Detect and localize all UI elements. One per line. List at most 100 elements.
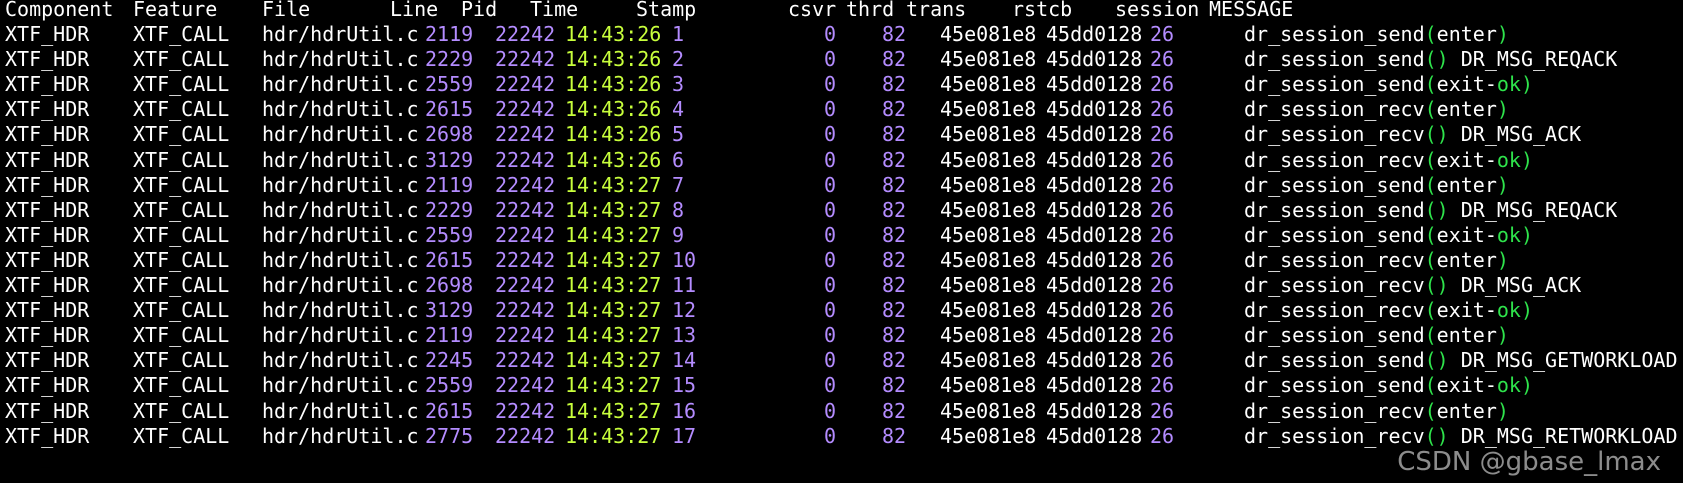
- thrd-cell: 82: [882, 197, 907, 222]
- log-row: XTF_HDR XTF_CALL hdr/hdrUtil.c 2615 22242 14:…: [0, 398, 1683, 425]
- thrd-cell: 82: [882, 47, 907, 72]
- component-cell: XTF_HDR: [5, 348, 90, 373]
- csvr-cell: 0: [824, 122, 837, 147]
- message-close-paren: ): [1436, 122, 1449, 147]
- message-arg: enter: [1436, 398, 1497, 423]
- thrd-cell: 82: [882, 72, 907, 97]
- stamp-cell: 13: [672, 323, 697, 348]
- message-close-paren: ): [1496, 323, 1509, 348]
- message-function: dr_session_recv: [1244, 298, 1425, 323]
- message-cell: dr_session_recv() DR_MSG_RETWORKLOAD: [1244, 423, 1678, 450]
- message-close-paren: ): [1520, 147, 1534, 172]
- time-cell: 14:43:27: [565, 398, 662, 423]
- message-open-paren: (: [1424, 323, 1437, 348]
- pid-cell: 22242: [495, 247, 556, 272]
- feature-cell: XTF_CALL: [133, 222, 230, 247]
- csvr-cell: 0: [824, 273, 837, 297]
- log-header-row: Component Feature File Line Pid Time Sta…: [0, 0, 1683, 23]
- message-cell: dr_session_recv() DR_MSG_ACK: [1244, 272, 1581, 299]
- column-header-line: Line: [390, 0, 439, 21]
- file-cell: hdr/hdrUtil.c: [262, 323, 419, 348]
- line-cell: 3129: [425, 298, 474, 323]
- terminal-window[interactable]: Component Feature File Line Pid Time Sta…: [0, 0, 1683, 483]
- message-close-paren: ): [1496, 97, 1509, 122]
- feature-cell: XTF_CALL: [133, 373, 230, 398]
- time-cell: 14:43:26: [565, 22, 662, 46]
- trans-cell: 45e081e8: [940, 323, 1037, 348]
- message-open-paren: (: [1424, 47, 1437, 72]
- trans-cell: 45e081e8: [940, 172, 1037, 197]
- session-cell: 26: [1150, 47, 1175, 72]
- message-arg: exit-: [1436, 147, 1497, 172]
- message-open-paren: (: [1424, 398, 1437, 423]
- message-arg: enter: [1436, 97, 1497, 122]
- trans-cell: 45e081e8: [940, 22, 1037, 46]
- column-header-message: MESSAGE: [1209, 0, 1294, 21]
- message-open-paren: (: [1424, 97, 1437, 122]
- trans-cell: 45e081e8: [940, 298, 1037, 323]
- line-cell: 2559: [425, 373, 474, 398]
- line-cell: 2615: [425, 97, 474, 122]
- time-cell: 14:43:27: [565, 373, 662, 398]
- session-cell: 26: [1150, 247, 1175, 272]
- csvr-cell: 0: [824, 348, 837, 373]
- rstcb-cell: 45dd0128: [1046, 72, 1143, 97]
- message-arg: enter: [1436, 172, 1497, 197]
- component-cell: XTF_HDR: [5, 147, 90, 172]
- component-cell: XTF_HDR: [5, 273, 90, 297]
- file-cell: hdr/hdrUtil.c: [262, 72, 419, 97]
- session-cell: 26: [1150, 373, 1175, 398]
- column-header-component: Component: [5, 0, 114, 21]
- message-function: dr_session_send: [1244, 323, 1425, 348]
- pid-cell: 22242: [495, 222, 556, 247]
- log-row: XTF_HDR XTF_CALL hdr/hdrUtil.c 2698 22242 14:…: [0, 121, 1683, 148]
- message-function: dr_session_send: [1244, 373, 1425, 398]
- message-cell: dr_session_recv(exit-ok): [1244, 147, 1533, 174]
- trans-cell: 45e081e8: [940, 147, 1037, 172]
- trans-cell: 45e081e8: [940, 398, 1037, 423]
- session-cell: 26: [1150, 348, 1175, 373]
- time-cell: 14:43:27: [565, 323, 662, 348]
- message-function: dr_session_recv: [1244, 122, 1425, 147]
- time-cell: 14:43:26: [565, 97, 662, 122]
- stamp-cell: 4: [672, 97, 685, 122]
- message-arg: exit-: [1436, 222, 1497, 247]
- message-close-paren: ): [1520, 373, 1534, 398]
- time-cell: 14:43:26: [565, 72, 662, 97]
- thrd-cell: 82: [882, 398, 907, 423]
- message-open-paren: (: [1424, 222, 1437, 247]
- component-cell: XTF_HDR: [5, 222, 90, 247]
- message-arg-ok: ok: [1496, 147, 1521, 172]
- session-cell: 26: [1150, 147, 1175, 172]
- pid-cell: 22242: [495, 147, 556, 172]
- column-header-feature: Feature: [133, 0, 218, 21]
- message-arg: exit-: [1436, 298, 1497, 323]
- rstcb-cell: 45dd0128: [1046, 197, 1143, 222]
- csvr-cell: 0: [824, 22, 837, 46]
- column-header-file: File: [262, 0, 311, 21]
- column-header-stamp: Stamp: [636, 0, 697, 21]
- message-close-paren: ): [1436, 47, 1449, 72]
- component-cell: XTF_HDR: [5, 47, 90, 72]
- pid-cell: 22242: [495, 423, 556, 448]
- message-cell: dr_session_send(exit-ok): [1244, 71, 1533, 98]
- rstcb-cell: 45dd0128: [1046, 348, 1143, 373]
- trans-cell: 45e081e8: [940, 348, 1037, 373]
- time-cell: 14:43:27: [565, 247, 662, 272]
- pid-cell: 22242: [495, 172, 556, 197]
- message-function: dr_session_send: [1244, 22, 1425, 46]
- time-cell: 14:43:26: [565, 47, 662, 72]
- message-function: dr_session_recv: [1244, 273, 1425, 297]
- pid-cell: 22242: [495, 273, 556, 297]
- thrd-cell: 82: [882, 423, 907, 448]
- stamp-cell: 2: [672, 47, 685, 72]
- line-cell: 2775: [425, 423, 474, 448]
- line-cell: 3129: [425, 147, 474, 172]
- pid-cell: 22242: [495, 72, 556, 97]
- thrd-cell: 82: [882, 373, 907, 398]
- file-cell: hdr/hdrUtil.c: [262, 172, 419, 197]
- component-cell: XTF_HDR: [5, 172, 90, 197]
- message-arg-ok: ok: [1496, 373, 1521, 398]
- message-open-paren: (: [1424, 22, 1437, 46]
- stamp-cell: 7: [672, 172, 685, 197]
